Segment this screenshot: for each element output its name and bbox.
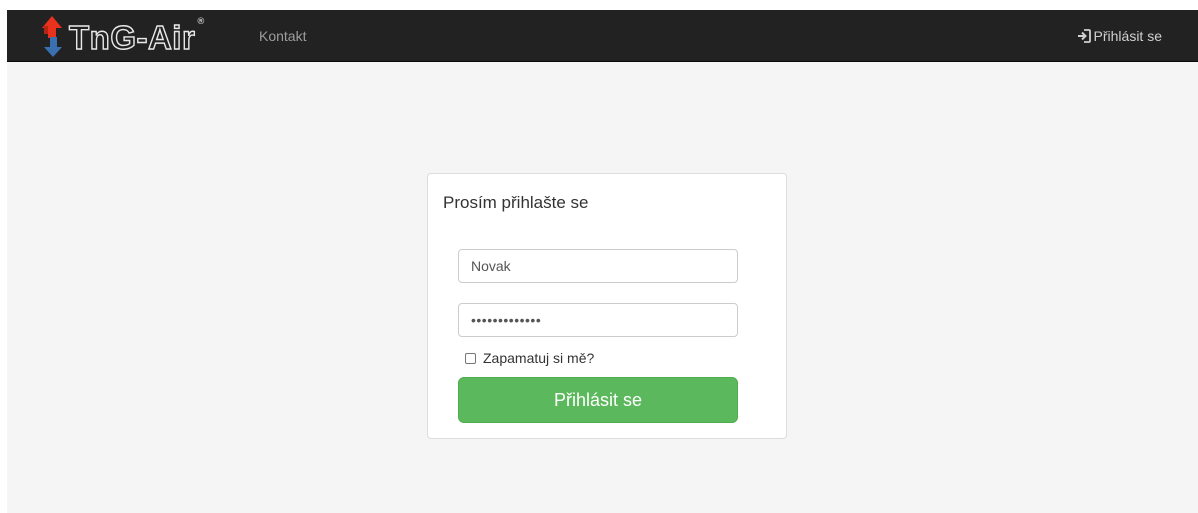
- sign-in-icon: [1077, 29, 1091, 43]
- remember-me-label: Zapamatuj si mě?: [483, 350, 595, 366]
- page: TnG-Air ® Kontakt Přihlásit se Prosím př…: [0, 0, 1198, 513]
- nav-login-label: Přihlásit se: [1093, 28, 1162, 44]
- brand-logo-link[interactable]: TnG-Air ®: [38, 10, 205, 62]
- checkbox-icon[interactable]: [465, 352, 476, 364]
- nav-login-link[interactable]: Přihlásit se: [1077, 10, 1162, 62]
- login-panel-title: Prosím přihlašte se: [443, 193, 589, 212]
- login-panel: Prosím přihlašte se Zapamatuj si mě? Při…: [427, 173, 787, 439]
- login-submit-button[interactable]: Přihlásit se: [458, 377, 738, 423]
- main-content: Prosím přihlašte se Zapamatuj si mě? Při…: [7, 62, 1198, 513]
- remember-me-checkbox[interactable]: Zapamatuj si mě?: [465, 349, 594, 367]
- username-input[interactable]: [458, 249, 738, 283]
- top-navbar: TnG-Air ® Kontakt Přihlásit se: [7, 10, 1198, 62]
- brand-logo-icon: [42, 16, 62, 57]
- password-input[interactable]: [458, 303, 738, 337]
- nav-link-kontakt[interactable]: Kontakt: [259, 10, 306, 62]
- brand-name: TnG-Air: [68, 18, 196, 56]
- registered-mark: ®: [196, 17, 206, 27]
